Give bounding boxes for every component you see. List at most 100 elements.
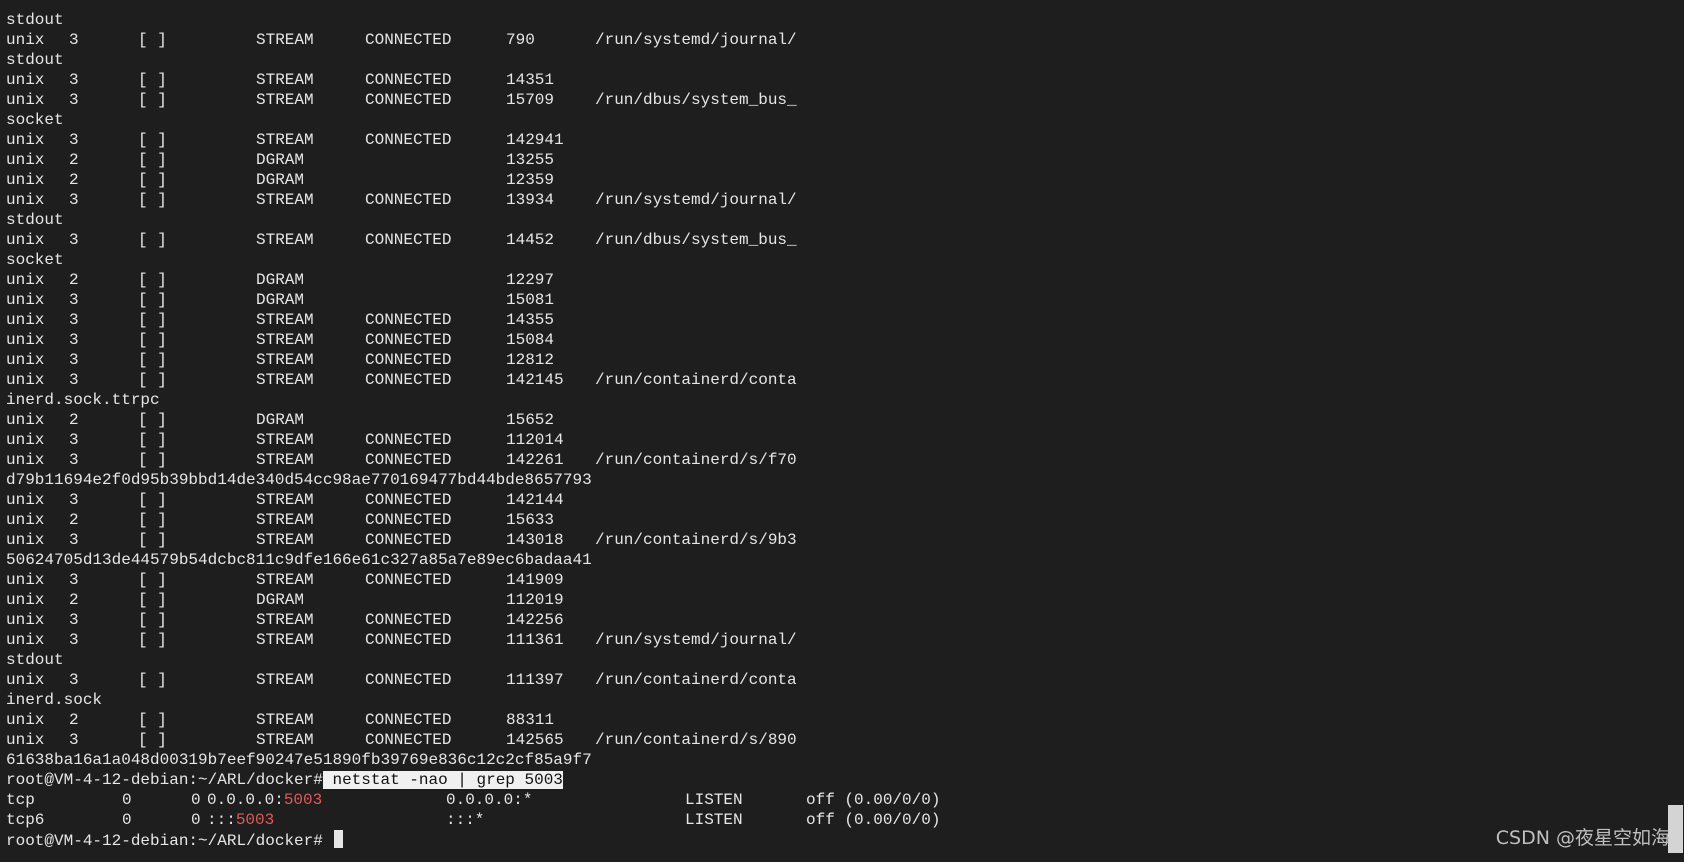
- socket-flags: [ ]: [138, 131, 167, 149]
- grep-match-port: 5003: [235, 811, 275, 829]
- terminal-line: stdout: [6, 11, 64, 29]
- socket-type: STREAM: [256, 731, 314, 749]
- socket-type: DGRAM: [256, 151, 305, 169]
- socket-proto: unix: [6, 371, 45, 389]
- tcp-timer: off (0.00/0/0): [806, 791, 941, 809]
- terminal-window[interactable]: stdout unix 3 [ ] STREAM CONNECTED 790/run/sys…: [0, 0, 1684, 862]
- socket-flags: [ ]: [138, 511, 167, 529]
- socket-type: STREAM: [256, 631, 314, 649]
- terminal-line: stdout: [6, 211, 64, 229]
- socket-proto: unix: [6, 671, 45, 689]
- socket-state: CONNECTED: [365, 191, 452, 209]
- socket-proto: unix: [6, 171, 45, 189]
- socket-path: /run/containerd/conta: [595, 371, 797, 389]
- tcp-foreign-address: :::*: [446, 811, 485, 829]
- socket-inode: 12812: [506, 351, 555, 369]
- socket-inode: 15081: [506, 291, 555, 309]
- socket-flags: [ ]: [138, 151, 167, 169]
- socket-refcnt: 3: [69, 91, 79, 109]
- socket-refcnt: 3: [69, 331, 79, 349]
- terminal-line: unix 2 [ ] DGRAM 12297: [6, 270, 1606, 290]
- socket-inode: 14452: [506, 231, 555, 249]
- terminal-line: stdout: [6, 651, 64, 669]
- socket-type: STREAM: [256, 131, 314, 149]
- terminal-line: unix 2 [ ] DGRAM 12359: [6, 170, 1606, 190]
- vertical-scrollbar[interactable]: [1667, 0, 1684, 862]
- socket-proto: unix: [6, 511, 45, 529]
- socket-refcnt: 2: [69, 591, 79, 609]
- socket-inode: 112014: [506, 431, 564, 449]
- socket-inode: 12359: [506, 171, 555, 189]
- socket-flags: [ ]: [138, 91, 167, 109]
- tcp-state: LISTEN: [685, 791, 743, 809]
- terminal-output[interactable]: stdout unix 3 [ ] STREAM CONNECTED 790/run/sys…: [6, 10, 1606, 850]
- scrollbar-thumb[interactable]: [1668, 805, 1683, 853]
- socket-state: CONNECTED: [365, 671, 452, 689]
- socket-path: /run/systemd/journal/: [595, 631, 797, 649]
- socket-refcnt: 2: [69, 711, 79, 729]
- tcp-proto: tcp: [6, 791, 35, 809]
- terminal-line: socket: [6, 251, 64, 269]
- terminal-line: unix 3 [ ] STREAM CONNECTED 14355: [6, 310, 1606, 330]
- terminal-line: root@VM-4-12-debian:~/ARL/docker# netsta…: [6, 770, 1606, 790]
- socket-inode: 14355: [506, 311, 555, 329]
- socket-type: STREAM: [256, 191, 314, 209]
- socket-inode: 12297: [506, 271, 555, 289]
- socket-refcnt: 2: [69, 411, 79, 429]
- socket-state: CONNECTED: [365, 511, 452, 529]
- terminal-line: unix 3 [ ] STREAM CONNECTED 14351: [6, 70, 1606, 90]
- socket-flags: [ ]: [138, 451, 167, 469]
- terminal-line: socket: [6, 111, 64, 129]
- terminal-line: unix 3 [ ] STREAM CONNECTED 142565/run/contai…: [6, 730, 1606, 750]
- socket-proto: unix: [6, 531, 45, 549]
- socket-refcnt: 3: [69, 231, 79, 249]
- socket-proto: unix: [6, 331, 45, 349]
- socket-proto: unix: [6, 231, 45, 249]
- socket-flags: [ ]: [138, 31, 167, 49]
- socket-flags: [ ]: [138, 531, 167, 549]
- socket-proto: unix: [6, 31, 45, 49]
- terminal-line: tcp 0 0 0.0.0.0:5003 0.0.0.0:* LISTEN off (0.0…: [6, 790, 1606, 810]
- socket-refcnt: 3: [69, 131, 79, 149]
- socket-refcnt: 2: [69, 511, 79, 529]
- tcp-recv-q: 0: [122, 791, 132, 809]
- socket-type: STREAM: [256, 351, 314, 369]
- socket-state: CONNECTED: [365, 631, 452, 649]
- socket-type: STREAM: [256, 31, 314, 49]
- socket-state: CONNECTED: [365, 571, 452, 589]
- socket-type: DGRAM: [256, 411, 305, 429]
- socket-state: CONNECTED: [365, 731, 452, 749]
- tcp-local-address: 0.0.0.0:5003: [207, 790, 322, 810]
- socket-proto: unix: [6, 271, 45, 289]
- socket-inode: 142256: [506, 611, 564, 629]
- socket-inode: 15709: [506, 91, 555, 109]
- socket-inode: 142144: [506, 491, 564, 509]
- socket-state: CONNECTED: [365, 611, 452, 629]
- socket-flags: [ ]: [138, 371, 167, 389]
- text-cursor[interactable]: [334, 830, 344, 848]
- tcp-recv-q: 0: [122, 811, 132, 829]
- socket-path: /run/systemd/journal/: [595, 191, 797, 209]
- terminal-line: unix 2 [ ] DGRAM 15652: [6, 410, 1606, 430]
- socket-inode: 13255: [506, 151, 555, 169]
- socket-state: CONNECTED: [365, 331, 452, 349]
- socket-state: CONNECTED: [365, 711, 452, 729]
- socket-inode: 142261: [506, 451, 564, 469]
- socket-proto: unix: [6, 311, 45, 329]
- socket-flags: [ ]: [138, 711, 167, 729]
- terminal-line: unix 3 [ ] STREAM CONNECTED 142145/run/contai…: [6, 370, 1606, 390]
- socket-path: /run/containerd/conta: [595, 671, 797, 689]
- terminal-line: unix 3 [ ] STREAM CONNECTED 142144: [6, 490, 1606, 510]
- socket-refcnt: 3: [69, 731, 79, 749]
- command-text[interactable]: netstat -nao | grep 5003: [322, 771, 563, 789]
- socket-state: CONNECTED: [365, 71, 452, 89]
- socket-state: CONNECTED: [365, 491, 452, 509]
- local-address-prefix: 0.0.0.0:: [207, 791, 284, 809]
- terminal-line: unix 3 [ ] STREAM CONNECTED 111361/run/system…: [6, 630, 1606, 650]
- terminal-line: unix 3 [ ] STREAM CONNECTED 14452/run/dbus/sy…: [6, 230, 1606, 250]
- tcp-timer: off (0.00/0/0): [806, 811, 941, 829]
- socket-flags: [ ]: [138, 631, 167, 649]
- socket-proto: unix: [6, 191, 45, 209]
- local-address-prefix: :::: [207, 811, 236, 829]
- socket-refcnt: 3: [69, 631, 79, 649]
